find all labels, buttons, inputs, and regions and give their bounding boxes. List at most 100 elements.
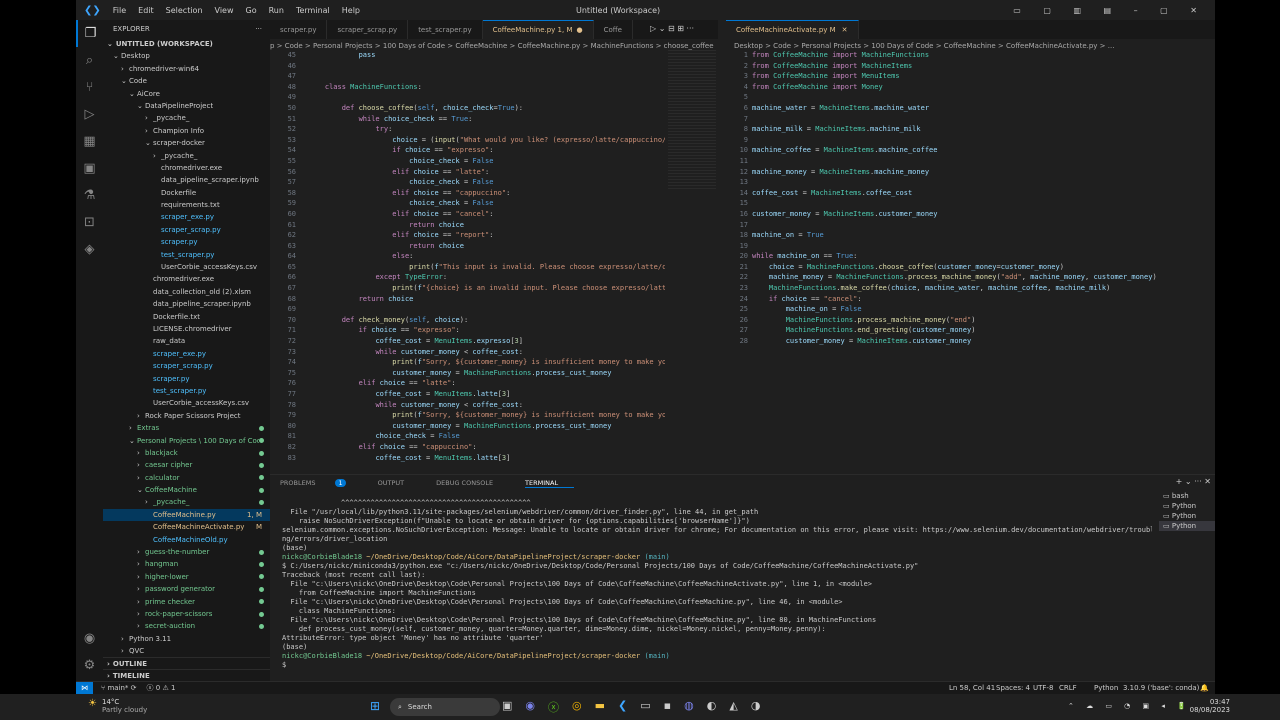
code-line[interactable]: coffee_cost = MenuItems.expresso[3]: [308, 336, 665, 347]
file-item[interactable]: UserCorbie_accessKeys.csv: [103, 261, 270, 273]
app-icon[interactable]: ◑: [751, 699, 774, 715]
panel-actions[interactable]: + ⌄ ··· ✕: [1176, 477, 1211, 486]
language-mode[interactable]: Python: [1094, 684, 1118, 692]
terminal-instance[interactable]: ▭ Python: [1159, 521, 1215, 531]
docker-icon[interactable]: ◈: [76, 236, 103, 263]
code-line[interactable]: coffee_cost = MachineItems.coffee_cost: [752, 188, 1212, 199]
app-icon[interactable]: ◐: [707, 699, 730, 715]
file-item[interactable]: test_scraper.py: [103, 385, 270, 397]
file-item[interactable]: CoffeeMachineActivate.py M: [103, 521, 270, 533]
start-icon[interactable]: ⊞: [370, 699, 380, 713]
clock[interactable]: 03:47 08/08/2023: [1180, 698, 1230, 714]
code-line[interactable]: def check_money(self, choice):: [308, 315, 665, 326]
search-box[interactable]: ⌕ Search: [390, 698, 500, 716]
code-line[interactable]: customer_money = MachineFunctions.proces…: [308, 368, 665, 379]
menu-run[interactable]: Run: [269, 6, 284, 15]
menu-terminal[interactable]: Terminal: [296, 6, 330, 15]
folder-item[interactable]: › _pycache_: [103, 112, 270, 124]
menu-file[interactable]: File: [113, 6, 126, 15]
code-line[interactable]: print(f"Sorry, ${customer_money} is insu…: [308, 410, 665, 421]
file-item[interactable]: scraper.py: [103, 373, 270, 385]
folder-item[interactable]: ⌄ DataPipelineProject: [103, 100, 270, 112]
minimap[interactable]: [668, 50, 716, 190]
code-line[interactable]: print(f"This input is invalid. Please ch…: [308, 262, 665, 273]
run-debug-icon[interactable]: ▷: [76, 101, 103, 128]
window-controls[interactable]: ▭ ▢ ▥ ▤ – ▢ ✕: [1013, 6, 1207, 15]
code-line[interactable]: coffee_cost = MenuItems.latte[3]: [308, 389, 665, 400]
code-line[interactable]: [308, 92, 665, 103]
terminal-instance[interactable]: ▭ bash: [1159, 491, 1215, 501]
code-line[interactable]: elif choice == "cappuccino":: [308, 442, 665, 453]
tab-coffeemachinepy[interactable]: CoffeeMachine.py 1, M ●: [482, 20, 594, 39]
discord-icon[interactable]: ◍: [684, 699, 707, 715]
code-line[interactable]: [752, 114, 1212, 125]
tab-scraperpy[interactable]: scraper.py: [270, 20, 328, 39]
code-line[interactable]: machine_on = False: [752, 304, 1212, 315]
file-item[interactable]: raw_data: [103, 335, 270, 347]
account-icon[interactable]: ◉: [76, 625, 103, 652]
vscode-taskbar-icon[interactable]: ❮: [618, 699, 640, 715]
file-item[interactable]: scraper.py: [103, 236, 270, 248]
code-line[interactable]: [308, 71, 665, 82]
folder-item[interactable]: › QVC: [103, 645, 270, 657]
code-line[interactable]: MachineFunctions.end_greeting(customer_m…: [752, 325, 1212, 336]
code-line[interactable]: elif choice == "latte":: [308, 167, 665, 178]
folder-item[interactable]: › chromedriver-win64: [103, 63, 270, 75]
code-line[interactable]: machine_on = True: [752, 230, 1212, 241]
code-line[interactable]: [752, 198, 1212, 209]
branch-status[interactable]: ⑂ main* ⟳: [101, 684, 137, 692]
more-actions-icon[interactable]: ···: [255, 23, 262, 35]
file-item[interactable]: chromedriver.exe: [103, 273, 270, 285]
code-line[interactable]: while choice_check == True:: [308, 114, 665, 125]
code-line[interactable]: MachineFunctions.make_coffee(choice, mac…: [752, 283, 1212, 294]
folder-item[interactable]: ⌄ Desktop: [103, 50, 270, 62]
code-line[interactable]: [752, 241, 1212, 252]
code-line[interactable]: choice_check = False: [308, 198, 665, 209]
python-interpreter[interactable]: 3.10.9 ('base': conda): [1123, 684, 1199, 692]
folder-item[interactable]: › caesar cipher: [103, 459, 270, 471]
file-item[interactable]: requirements.txt: [103, 199, 270, 211]
code-line[interactable]: print(f"{choice} is an invalid input. Pl…: [308, 283, 665, 294]
terminal-output[interactable]: ^^^^^^^^^^^^^^^^^^^^^^^^^^^^^^^^^^^^^^^^…: [282, 499, 1152, 670]
chrome-icon[interactable]: ◎: [572, 699, 595, 715]
code-line[interactable]: elif choice == "cappuccino":: [308, 188, 665, 199]
panel-tab-terminal[interactable]: TERMINAL: [525, 479, 575, 488]
folder-item[interactable]: › prime checker: [103, 596, 270, 608]
code-line[interactable]: if choice == "expresso":: [308, 145, 665, 156]
code-line[interactable]: try:: [308, 124, 665, 135]
outline-section[interactable]: › OUTLINE: [103, 657, 270, 669]
code-line[interactable]: choice_check = False: [308, 177, 665, 188]
code-line[interactable]: print(f"Sorry, ${customer_money} is insu…: [308, 357, 665, 368]
file-item[interactable]: chromedriver.exe: [103, 162, 270, 174]
folder-item[interactable]: › Python 3.11: [103, 633, 270, 645]
code-line[interactable]: return choice: [308, 220, 665, 231]
folder-item[interactable]: ⌄ CoffeeMachine: [103, 484, 270, 496]
folder-item[interactable]: › Extras: [103, 422, 270, 434]
testing-icon[interactable]: ⚗: [76, 182, 103, 209]
code-line[interactable]: while machine_on == True:: [752, 251, 1212, 262]
panel-tab-problems[interactable]: PROBLEMS 1: [280, 479, 362, 487]
code-line[interactable]: machine_money = MachineItems.machine_mon…: [752, 167, 1212, 178]
file-item[interactable]: CoffeeMachineOld.py: [103, 534, 270, 546]
code-line[interactable]: elif choice == "report":: [308, 230, 665, 241]
cursor-position[interactable]: Ln 58, Col 41: [949, 684, 995, 692]
code-line[interactable]: customer_money = MachineItems.customer_m…: [752, 336, 1212, 347]
folder-item[interactable]: › calculator: [103, 472, 270, 484]
file-item[interactable]: UserCorbie_accessKeys.csv: [103, 397, 270, 409]
code-line[interactable]: while customer_money < coffee_cost:: [308, 347, 665, 358]
folder-item[interactable]: › Rock Paper Scissors Project: [103, 410, 270, 422]
code-line[interactable]: [308, 61, 665, 72]
code-line[interactable]: machine_money = MachineFunctions.process…: [752, 272, 1212, 283]
code-line[interactable]: elif choice == "cancel":: [308, 209, 665, 220]
file-item[interactable]: data_pipeline_scraper.ipynb: [103, 174, 270, 186]
menu-help[interactable]: Help: [342, 6, 360, 15]
line-ending[interactable]: CRLF: [1059, 684, 1077, 692]
code-editor-left[interactable]: pass class MachineFunctions: def choose_…: [308, 50, 665, 470]
code-line[interactable]: choice = MachineFunctions.choose_coffee(…: [752, 262, 1212, 273]
code-line[interactable]: [752, 177, 1212, 188]
code-line[interactable]: from CoffeeMachine import MachineItems: [752, 61, 1212, 72]
code-line[interactable]: while customer_money < coffee_cost:: [308, 400, 665, 411]
file-explorer-icon[interactable]: ▬: [595, 699, 618, 715]
code-line[interactable]: return choice: [308, 294, 665, 305]
code-line[interactable]: elif choice == "latte":: [308, 378, 665, 389]
